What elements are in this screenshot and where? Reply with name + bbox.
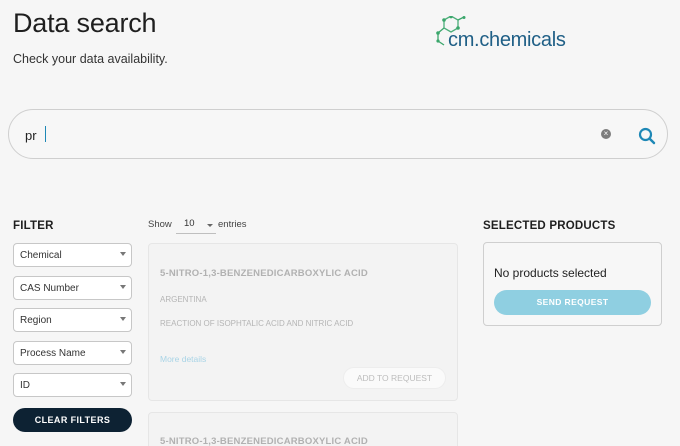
show-label: Show xyxy=(148,219,172,230)
logo-text: cm.chemicals xyxy=(448,29,566,51)
result-title: 5-NITRO-1,3-BENZENEDICARBOXYLIC ACID xyxy=(160,268,368,279)
entries-select[interactable]: 10 xyxy=(176,218,216,234)
filter-select-label: Process Name xyxy=(20,348,86,359)
result-process: REACTION OF ISOPHTALIC ACID AND NITRIC A… xyxy=(160,319,354,328)
selected-products-panel: No products selected SEND REQUEST xyxy=(483,242,662,326)
page-title: Data search xyxy=(13,8,157,38)
entries-label: entries xyxy=(218,219,247,230)
result-card: 5-NITRO-1,3-BENZENEDICARBOXYLIC ACID xyxy=(148,412,458,446)
filter-select-label: CAS Number xyxy=(20,283,79,294)
result-country: ARGENTINA xyxy=(160,295,207,304)
brand-logo: cm.chemicals xyxy=(434,16,574,56)
chevron-down-icon xyxy=(120,350,126,354)
send-request-button[interactable]: SEND REQUEST xyxy=(494,290,651,315)
filter-chemical-select[interactable]: Chemical xyxy=(13,243,132,267)
chevron-down-icon xyxy=(120,285,126,289)
chevron-down-icon xyxy=(120,317,126,321)
filter-select-label: Region xyxy=(20,315,52,326)
result-title: 5-NITRO-1,3-BENZENEDICARBOXYLIC ACID xyxy=(160,436,368,446)
search-input[interactable] xyxy=(25,123,585,147)
clear-filters-button[interactable]: CLEAR FILTERS xyxy=(13,408,132,432)
filter-region-select[interactable]: Region xyxy=(13,308,132,332)
page-subtitle: Check your data availability. xyxy=(13,52,168,66)
filter-id-select[interactable]: ID xyxy=(13,373,132,397)
empty-selection-text: No products selected xyxy=(494,266,607,280)
chevron-down-icon xyxy=(120,252,126,256)
chevron-down-icon xyxy=(207,224,213,227)
selected-products-heading: SELECTED PRODUCTS xyxy=(483,220,616,232)
filter-select-label: ID xyxy=(20,380,30,391)
result-card: 5-NITRO-1,3-BENZENEDICARBOXYLIC ACID ARG… xyxy=(148,243,458,401)
filter-heading: FILTER xyxy=(13,220,54,232)
filter-cas-number-select[interactable]: CAS Number xyxy=(13,276,132,300)
clear-icon[interactable]: × xyxy=(601,129,611,139)
chevron-down-icon xyxy=(120,382,126,386)
search-icon[interactable] xyxy=(637,126,657,146)
search-bar[interactable]: × xyxy=(8,109,668,159)
entries-value: 10 xyxy=(184,218,195,229)
add-to-request-button[interactable]: ADD TO REQUEST xyxy=(343,367,446,389)
filter-select-label: Chemical xyxy=(20,250,62,261)
filter-process-name-select[interactable]: Process Name xyxy=(13,341,132,365)
text-caret xyxy=(45,126,46,142)
more-details-link[interactable]: More details xyxy=(160,354,206,364)
